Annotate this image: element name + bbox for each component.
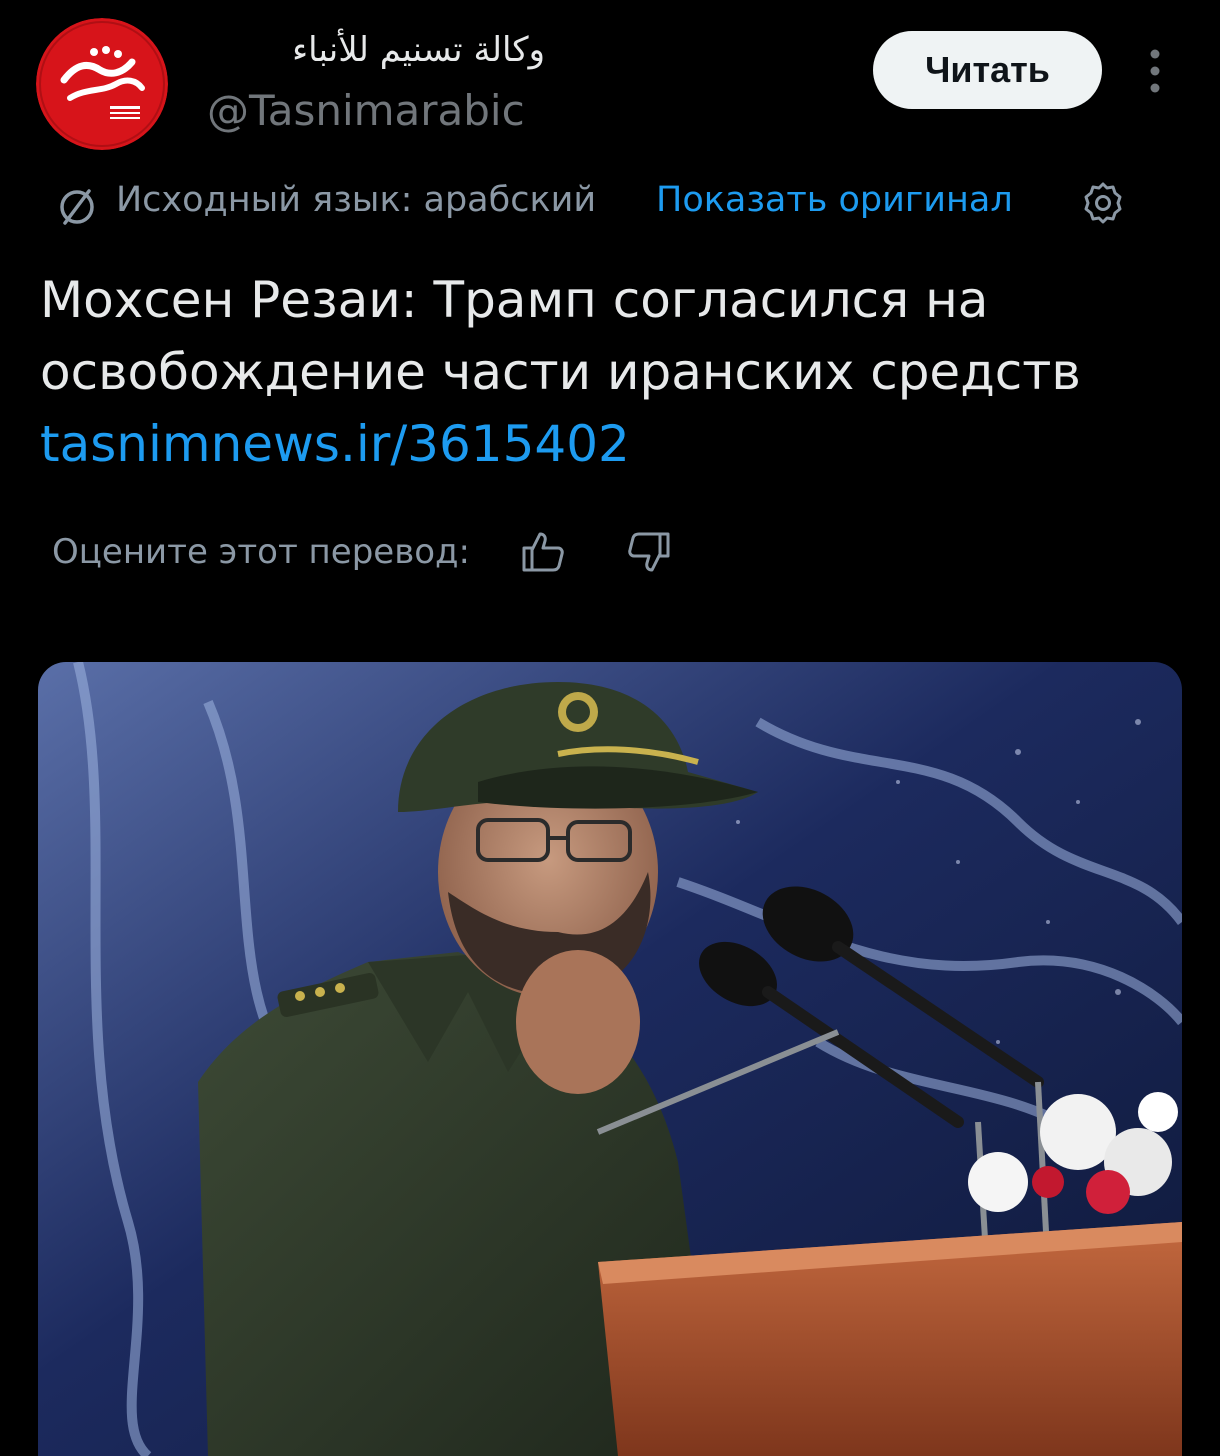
account-name[interactable]: وكالة تسنيم للأنباء	[205, 30, 545, 70]
tasnim-logo-icon	[36, 18, 168, 150]
avatar[interactable]	[36, 18, 168, 150]
article-link[interactable]: tasnimnews.ir/3615402	[40, 408, 1180, 480]
tweet-photo[interactable]	[38, 662, 1182, 1456]
gear-icon[interactable]	[1080, 180, 1126, 226]
translation-bar: Исходный язык: арабский Показать оригина…	[56, 172, 1136, 236]
rate-translation: Оцените этот перевод:	[52, 522, 752, 586]
rate-translation-label: Оцените этот перевод:	[52, 532, 471, 572]
thumb-up-icon[interactable]	[518, 526, 570, 578]
show-original-link[interactable]: Показать оригинал	[656, 180, 1013, 220]
tweet-text-line: освобождение части иранских средств	[40, 343, 1081, 401]
account-handle[interactable]: @Tasnimarabic	[207, 86, 525, 135]
translation-source-text: Исходный язык: арабский	[116, 180, 597, 220]
vertical-dots-icon[interactable]	[1138, 46, 1172, 96]
thumb-down-icon[interactable]	[622, 526, 674, 578]
tweet-text-line: Мохсен Резаи: Трамп согласился на	[40, 271, 989, 329]
tweet-text: Мохсен Резаи: Трамп согласился на освобо…	[40, 264, 1180, 480]
follow-button[interactable]: Читать	[873, 31, 1102, 109]
translate-icon	[56, 186, 98, 228]
speaker-photo	[38, 662, 1182, 1456]
